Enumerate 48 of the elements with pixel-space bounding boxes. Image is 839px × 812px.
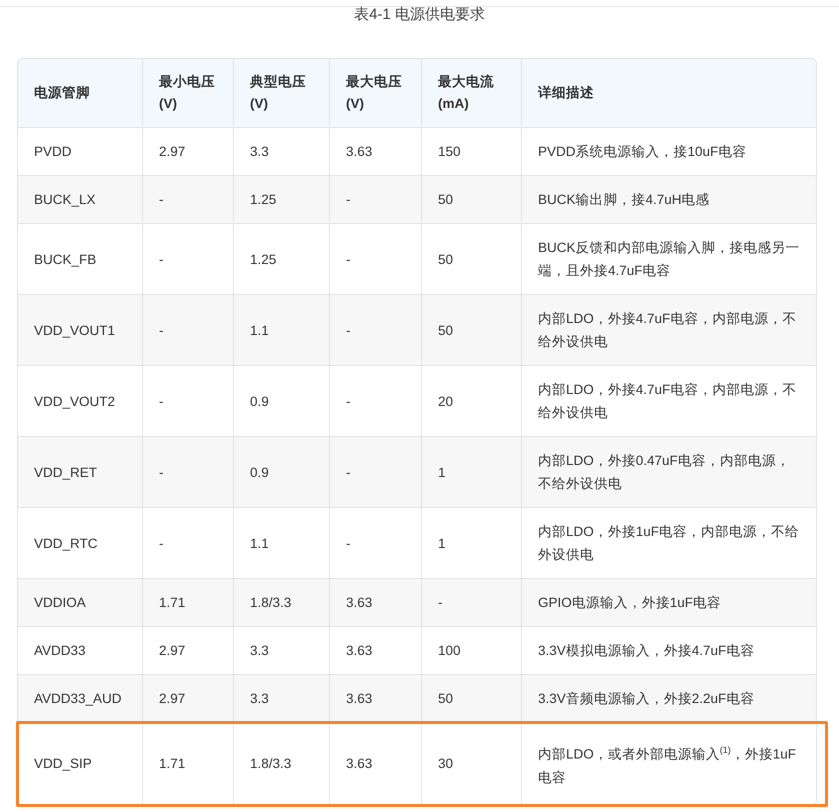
- table-cell: 50: [421, 675, 521, 722]
- column-header: 典型电压 (V): [233, 59, 329, 127]
- table-cell: 3.63: [329, 675, 421, 722]
- table-cell-text: VDD_RTC: [33, 534, 99, 553]
- table-cell: -: [329, 295, 421, 365]
- table-cell-text: BUCK_FB: [33, 250, 98, 269]
- table-cell: -: [142, 437, 233, 507]
- table-cell-text: VDDIOA: [33, 594, 87, 612]
- table-cell: 1.8/3.3: [233, 579, 329, 626]
- table-cell: 内部LDO，外接4.7uF电容，内部电源，不给外设供电: [521, 295, 816, 365]
- table-cell: -: [421, 579, 521, 626]
- table-cell-text: VDD_VOUT1: [33, 322, 116, 340]
- table-cell: -: [142, 176, 233, 223]
- table-cell: -: [329, 176, 421, 223]
- column-header: 详细描述: [521, 59, 816, 127]
- table-cell: 1.8/3.3: [233, 723, 329, 804]
- table-cell-text: BUCK_LX: [33, 191, 97, 209]
- table-cell-text: AVDD33_AUD: [33, 690, 123, 708]
- table-cell: 1.71: [142, 579, 233, 626]
- table-cell: 1.25: [233, 176, 329, 223]
- table-cell: 1.1: [233, 295, 329, 365]
- table-cell: 内部LDO，外接0.47uF电容，内部电源，不给外设供电: [521, 437, 816, 507]
- table-cell: 1: [421, 437, 521, 507]
- table-cell-text: VDD_RET: [33, 464, 98, 482]
- table-cell: 1.71: [142, 723, 233, 804]
- column-header: 最大电流 (mA): [421, 59, 521, 127]
- table-cell: 50: [421, 176, 521, 223]
- table-cell: 3.63: [329, 579, 421, 626]
- table-cell: BUCK输出脚，接4.7uH电感: [521, 176, 816, 223]
- column-header: 最大电压 (V): [329, 59, 421, 127]
- table-cell: 内部LDO，或者外部电源输入$^{(1)}$，外接1uF电容: [521, 723, 816, 804]
- table-caption: 表4-1 电源供电要求: [353, 5, 486, 24]
- table-cell: 2.97: [142, 675, 233, 722]
- table-cell-text: AVDD33: [33, 642, 87, 660]
- table-cell: 3.3V音频电源输入，外接2.2uF电容: [521, 675, 816, 722]
- table-cell: 0.9: [233, 437, 329, 507]
- table-cell: 30: [421, 723, 521, 804]
- table-cell: 3.3: [233, 675, 329, 722]
- table-cell: -: [329, 437, 421, 507]
- table-cell-text: VDD_SIP: [33, 755, 93, 774]
- table-cell: 3.63: [329, 723, 421, 804]
- column-header: 最小电压 (V): [142, 59, 233, 127]
- table-cell: 50: [421, 295, 521, 365]
- table-cell-text: PVDD: [33, 143, 73, 161]
- table-cell: -: [142, 295, 233, 365]
- column-header: 电源管脚: [33, 84, 91, 102]
- table-cell: GPIO电源输入，外接1uF电容: [521, 579, 816, 626]
- table-cell-text: VDD_VOUT2: [33, 392, 116, 411]
